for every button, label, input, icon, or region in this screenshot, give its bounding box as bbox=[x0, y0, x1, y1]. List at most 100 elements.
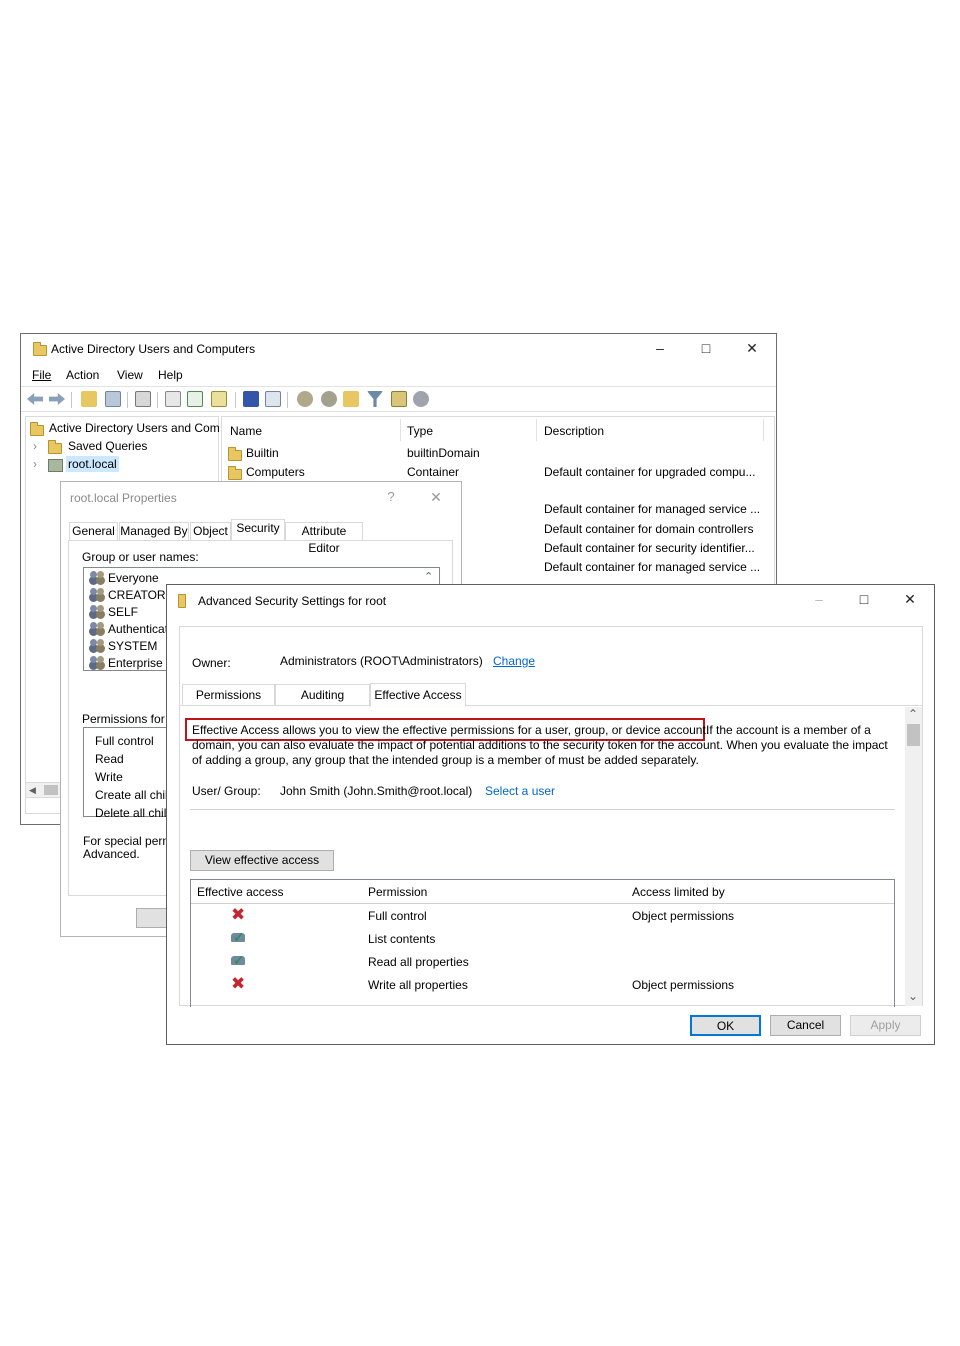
owner-change-link[interactable]: Change bbox=[493, 654, 535, 668]
menu-action[interactable]: Action bbox=[66, 368, 99, 382]
group-icon bbox=[90, 605, 105, 618]
ok-button[interactable]: OK bbox=[690, 1015, 761, 1036]
add-to-group-icon[interactable] bbox=[413, 391, 429, 407]
properties-title: root.local Properties bbox=[70, 491, 177, 505]
apply-button[interactable]: Apply bbox=[850, 1015, 921, 1036]
tab-permissions[interactable]: Permissions bbox=[182, 684, 275, 706]
tab-effective-access[interactable]: Effective Access bbox=[370, 683, 466, 707]
group-item[interactable]: SYSTEM bbox=[108, 639, 157, 653]
aduc-menu-bar: File Action View Help bbox=[21, 368, 776, 386]
columns-icon[interactable] bbox=[265, 391, 281, 407]
user-group-value: John Smith (John.Smith@root.local) bbox=[280, 784, 473, 798]
col-name[interactable]: Name bbox=[230, 424, 262, 438]
scroll-down-icon[interactable]: ⌄ bbox=[908, 990, 918, 1002]
aduc-root-icon bbox=[30, 422, 44, 436]
list-item-desc: Default container for domain controllers bbox=[544, 522, 754, 536]
list-item-desc: Default container for upgraded compu... bbox=[544, 465, 756, 479]
help-icon[interactable] bbox=[243, 391, 259, 407]
list-item-type: Container bbox=[407, 465, 460, 479]
select-user-link[interactable]: Select a user bbox=[485, 784, 555, 798]
new-ou-icon[interactable] bbox=[343, 391, 359, 407]
maximize-icon[interactable]: □ bbox=[699, 340, 713, 356]
tree-root[interactable]: Active Directory Users and Com bbox=[49, 421, 220, 435]
list-item-desc: Default container for managed service ..… bbox=[544, 502, 761, 516]
col-type[interactable]: Type bbox=[407, 424, 433, 438]
col-access-limited-by[interactable]: Access limited by bbox=[632, 885, 725, 899]
group-names-label: Group or user names: bbox=[82, 550, 199, 564]
clipboard-icon[interactable] bbox=[135, 391, 151, 407]
permission-item: Delete all child bbox=[95, 806, 174, 820]
access-limited-value: Object permissions bbox=[632, 909, 735, 923]
new-group-icon[interactable] bbox=[321, 391, 337, 407]
permission-row-label: List contents bbox=[368, 932, 436, 946]
menu-view[interactable]: View bbox=[117, 368, 143, 382]
owner-value: Administrators (ROOT\Administrators) bbox=[280, 654, 483, 668]
tree-domain[interactable]: root.local bbox=[66, 456, 119, 472]
tree-saved-queries[interactable]: Saved Queries bbox=[68, 439, 147, 453]
aduc-app-icon bbox=[33, 342, 47, 356]
minimize-icon[interactable]: – bbox=[812, 591, 826, 607]
list-item[interactable]: Computers bbox=[246, 465, 305, 479]
advanced-title-bar: Advanced Security Settings for root – □ … bbox=[167, 585, 934, 615]
advanced-vertical-scrollbar[interactable]: ⌃ ⌄ bbox=[905, 707, 922, 1006]
help-glyph-icon[interactable]: ? bbox=[384, 489, 398, 505]
advanced-body: Owner: Administrators (ROOT\Administrato… bbox=[179, 626, 923, 1007]
list-item-type: builtinDomain bbox=[407, 446, 480, 460]
close-icon[interactable]: ✕ bbox=[429, 489, 443, 505]
tab-security[interactable]: Security bbox=[231, 519, 285, 541]
show-tree-icon[interactable] bbox=[105, 391, 121, 407]
view-effective-access-button[interactable]: View effective access bbox=[190, 850, 334, 871]
user-group-label: User/ Group: bbox=[192, 784, 261, 798]
back-arrow-icon[interactable] bbox=[27, 393, 43, 405]
tree-horizontal-scrollbar[interactable]: ◀ bbox=[25, 782, 61, 798]
col-description[interactable]: Description bbox=[544, 424, 604, 438]
filter-icon[interactable] bbox=[367, 391, 383, 407]
permission-item: Read bbox=[95, 752, 124, 766]
advanced-app-icon bbox=[178, 594, 186, 608]
aduc-title: Active Directory Users and Computers bbox=[51, 342, 256, 356]
scroll-left-icon[interactable]: ◀ bbox=[29, 785, 36, 795]
tab-managed-by[interactable]: Managed By bbox=[119, 522, 189, 541]
aduc-title-bar: Active Directory Users and Computers – □… bbox=[21, 334, 776, 364]
properties-title-bar: root.local Properties ? ✕ bbox=[61, 482, 461, 512]
allow-check-icon: ✓ bbox=[231, 952, 245, 968]
col-permission[interactable]: Permission bbox=[368, 885, 427, 899]
chevron-right-icon[interactable]: › bbox=[33, 457, 37, 471]
chevron-right-icon[interactable]: › bbox=[33, 439, 37, 453]
up-folder-icon[interactable] bbox=[81, 391, 97, 407]
advanced-title: Advanced Security Settings for root bbox=[198, 594, 387, 608]
access-limited-value: Object permissions bbox=[632, 978, 735, 992]
new-user-icon[interactable] bbox=[297, 391, 313, 407]
permission-item: Full control bbox=[95, 734, 154, 748]
group-item[interactable]: Authenticate bbox=[108, 622, 175, 636]
tab-attribute-editor[interactable]: Attribute Editor bbox=[285, 522, 363, 555]
permission-row-label: Read all properties bbox=[368, 955, 469, 969]
group-item[interactable]: Everyone bbox=[108, 571, 159, 585]
maximize-icon[interactable]: □ bbox=[857, 591, 871, 607]
advanced-security-dialog: Advanced Security Settings for root – □ … bbox=[166, 584, 935, 1045]
export-list-icon[interactable] bbox=[211, 391, 227, 407]
close-icon[interactable]: ✕ bbox=[745, 340, 759, 356]
forward-arrow-icon[interactable] bbox=[49, 393, 65, 405]
group-item[interactable]: SELF bbox=[108, 605, 138, 619]
menu-help[interactable]: Help bbox=[158, 368, 183, 382]
refresh-icon[interactable] bbox=[187, 391, 203, 407]
tab-auditing[interactable]: Auditing bbox=[275, 684, 370, 706]
cancel-button[interactable]: Cancel bbox=[770, 1015, 841, 1036]
deny-x-icon: ✖ bbox=[231, 905, 246, 924]
menu-file[interactable]: File bbox=[32, 368, 51, 382]
group-icon bbox=[90, 639, 105, 652]
tab-general[interactable]: General bbox=[69, 522, 118, 541]
col-effective-access[interactable]: Effective access bbox=[197, 885, 283, 899]
close-icon[interactable]: ✕ bbox=[903, 591, 917, 607]
list-item[interactable]: Builtin bbox=[246, 446, 279, 460]
tab-object[interactable]: Object bbox=[190, 522, 231, 541]
scroll-up-icon[interactable]: ⌃ bbox=[908, 708, 918, 720]
scroll-thumb[interactable] bbox=[907, 724, 920, 746]
deny-x-icon: ✖ bbox=[231, 974, 246, 993]
find-icon[interactable] bbox=[391, 391, 407, 407]
scroll-up-icon[interactable]: ⌃ bbox=[424, 572, 433, 583]
builtin-folder-icon bbox=[228, 447, 242, 461]
properties-icon[interactable] bbox=[165, 391, 181, 407]
minimize-icon[interactable]: – bbox=[653, 340, 667, 356]
